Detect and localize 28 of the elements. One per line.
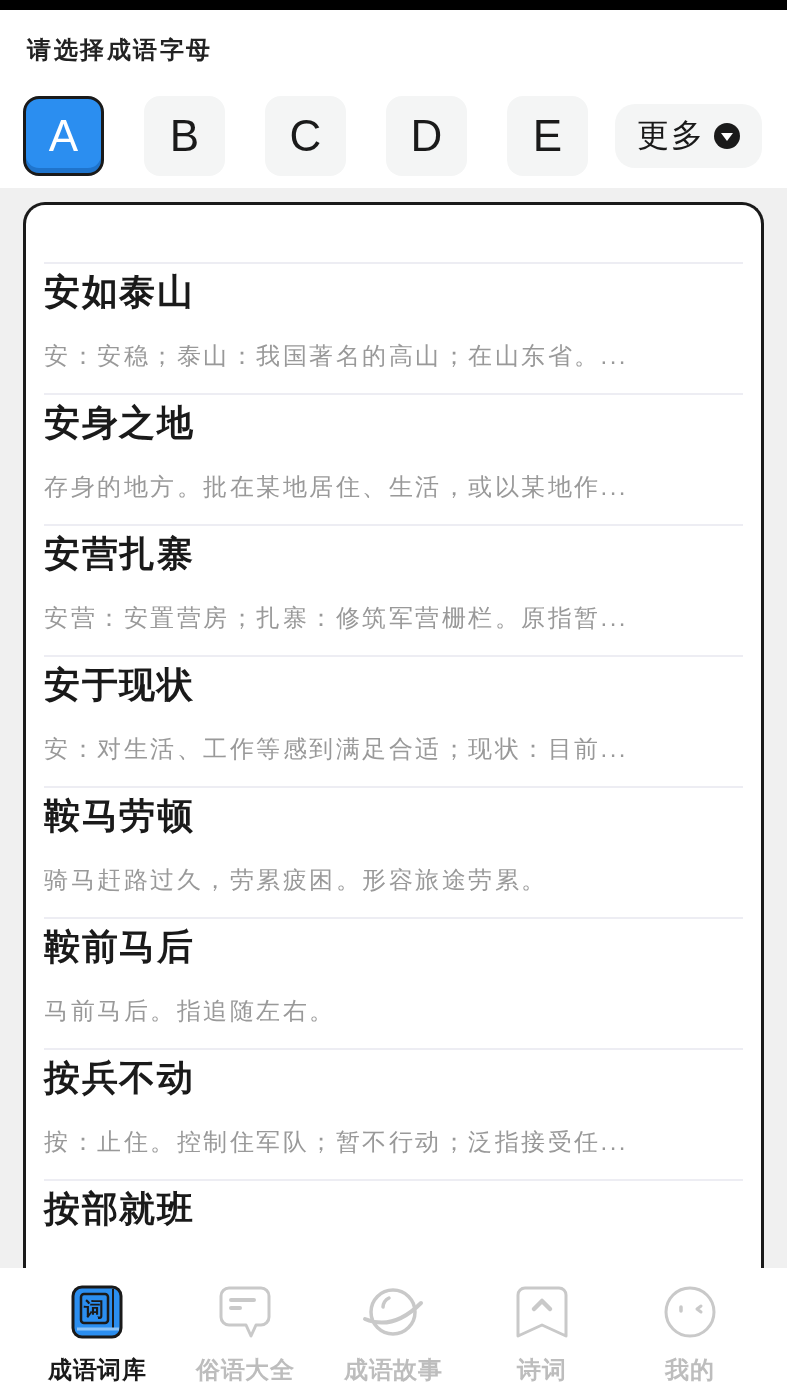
letter-button[interactable]: D (386, 96, 467, 176)
bookmark-icon (514, 1285, 569, 1339)
header-title: 请选择成语字母 (27, 36, 213, 64)
idiom-description: 存身的地方。批在某地居住、生活，或以某地作... (44, 472, 628, 502)
idiom-title: 鞍马劳顿 (44, 794, 194, 838)
idiom-title: 鞍前马后 (44, 925, 194, 969)
idiom-description: 安营：安置营房；扎寨：修筑军营栅栏。原指暂... (44, 603, 628, 633)
more-button[interactable]: 更多 (615, 104, 762, 168)
idiom-description: 骑马赶路过久，劳累疲困。形容旅途劳累。 (44, 865, 548, 895)
idiom-title: 按部就班 (44, 1187, 194, 1231)
idiom-description: 安：安稳；泰山：我国著名的高山；在山东省。... (44, 341, 628, 371)
idiom-title: 安营扎寨 (44, 532, 194, 576)
caret-down-icon (712, 122, 741, 150)
letter-button[interactable]: C (265, 96, 346, 176)
idiom-title: 安如泰山 (44, 270, 194, 314)
planet-icon (362, 1285, 425, 1339)
idiom-description: 安：对生活、工作等感到满足合适；现状：目前... (44, 734, 628, 764)
nav-tab[interactable]: 词 成语词库 (23, 1268, 172, 1400)
idiom-description: 按：止住。控制住军队；暂不行动；泛指接受任... (44, 1127, 628, 1157)
book-icon: 词 (71, 1285, 124, 1339)
chat-bubble-icon (218, 1285, 273, 1339)
letter-button[interactable]: B (144, 96, 225, 176)
idiom-description: 马前马后。指追随左右。 (44, 996, 336, 1026)
idiom-title: 按兵不动 (44, 1056, 194, 1100)
idiom-title: 安于现状 (44, 663, 194, 707)
idiom-title: 安身之地 (44, 401, 194, 445)
face-icon (662, 1285, 717, 1339)
letter-button[interactable]: E (507, 96, 588, 176)
